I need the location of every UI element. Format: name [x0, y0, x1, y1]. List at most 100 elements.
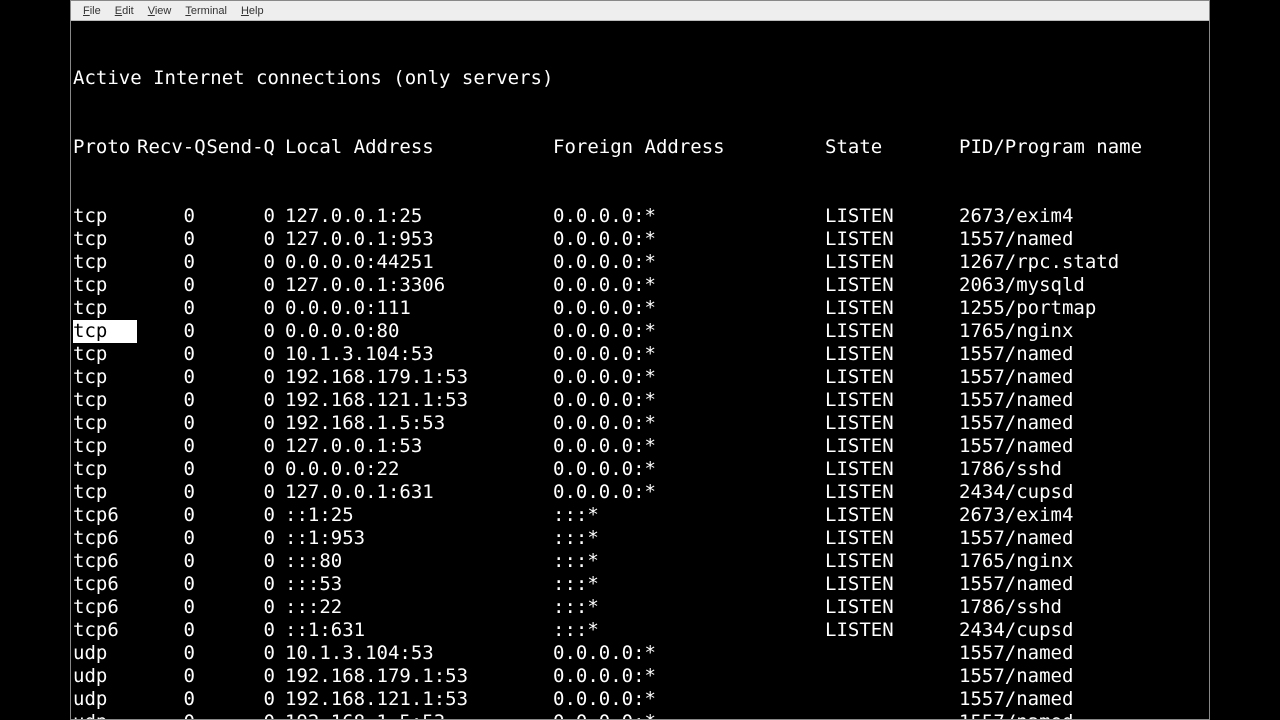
cell-state [825, 642, 959, 665]
cell-state: LISTEN [825, 297, 959, 320]
cell-recvq: 0 [137, 481, 205, 504]
cell-foreign: 0.0.0.0:* [553, 343, 825, 366]
cell-sendq: 0 [205, 711, 285, 719]
menu-view[interactable]: View [142, 3, 178, 19]
cell-proto: tcp [73, 205, 137, 228]
cell-state: LISTEN [825, 458, 959, 481]
cell-recvq: 0 [137, 251, 205, 274]
cell-foreign: :::* [553, 573, 825, 596]
table-row: tcp0010.1.3.104:530.0.0.0:*LISTEN1557/na… [73, 343, 1207, 366]
menu-file[interactable]: File [77, 3, 107, 19]
table-row: tcp00127.0.0.1:250.0.0.0:*LISTEN2673/exi… [73, 205, 1207, 228]
cell-sendq: 0 [205, 573, 285, 596]
cell-recvq: 0 [137, 573, 205, 596]
cell-pid: 1557/named [959, 688, 1207, 711]
cell-pid: 1267/rpc.statd [959, 251, 1207, 274]
cell-local: 192.168.1.5:53 [285, 412, 553, 435]
col-foreign: Foreign Address [553, 136, 825, 159]
cell-proto: tcp [73, 297, 137, 320]
cell-recvq: 0 [137, 228, 205, 251]
cell-proto: tcp [73, 251, 137, 274]
cell-state: LISTEN [825, 435, 959, 458]
cell-recvq: 0 [137, 412, 205, 435]
table-row: udp00192.168.121.1:530.0.0.0:*1557/named [73, 688, 1207, 711]
cell-state: LISTEN [825, 205, 959, 228]
left-black-margin [0, 0, 70, 720]
menubar: FileEditViewTerminalHelp [71, 1, 1209, 21]
cell-recvq: 0 [137, 297, 205, 320]
cell-foreign: 0.0.0.0:* [553, 688, 825, 711]
cell-foreign: :::* [553, 619, 825, 642]
cell-pid: 2434/cupsd [959, 481, 1207, 504]
table-row: tcp600:::53:::*LISTEN1557/named [73, 573, 1207, 596]
cell-local: 127.0.0.1:53 [285, 435, 553, 458]
cell-proto: tcp [73, 274, 137, 297]
cell-sendq: 0 [205, 642, 285, 665]
cell-foreign: 0.0.0.0:* [553, 389, 825, 412]
cell-pid: 1557/named [959, 665, 1207, 688]
table-row: tcp000.0.0.0:1110.0.0.0:*LISTEN1255/port… [73, 297, 1207, 320]
cell-sendq: 0 [205, 619, 285, 642]
cell-local: 0.0.0.0:22 [285, 458, 553, 481]
cell-state: LISTEN [825, 527, 959, 550]
table-row: tcp600::1:25:::*LISTEN2673/exim4 [73, 504, 1207, 527]
menu-help[interactable]: Help [235, 3, 270, 19]
cell-local: 0.0.0.0:80 [285, 320, 553, 343]
cell-proto: tcp [73, 481, 137, 504]
cell-state: LISTEN [825, 573, 959, 596]
cell-state: LISTEN [825, 228, 959, 251]
cell-local: 0.0.0.0:111 [285, 297, 553, 320]
cell-foreign: 0.0.0.0:* [553, 274, 825, 297]
table-row: tcp00192.168.121.1:530.0.0.0:*LISTEN1557… [73, 389, 1207, 412]
cell-foreign: 0.0.0.0:* [553, 711, 825, 719]
menu-edit[interactable]: Edit [109, 3, 140, 19]
cell-foreign: :::* [553, 527, 825, 550]
cell-sendq: 0 [205, 665, 285, 688]
cell-local: :::80 [285, 550, 553, 573]
cell-pid: 1557/named [959, 527, 1207, 550]
menu-terminal[interactable]: Terminal [179, 3, 233, 19]
cell-local: ::1:953 [285, 527, 553, 550]
cell-pid: 1255/portmap [959, 297, 1207, 320]
cell-state [825, 711, 959, 719]
cell-recvq: 0 [137, 619, 205, 642]
cell-pid: 2063/mysqld [959, 274, 1207, 297]
cell-state: LISTEN [825, 596, 959, 619]
cell-recvq: 0 [137, 205, 205, 228]
terminal-output[interactable]: Active Internet connections (only server… [71, 21, 1209, 719]
cell-local: 10.1.3.104:53 [285, 343, 553, 366]
cell-sendq: 0 [205, 527, 285, 550]
cell-local: ::1:25 [285, 504, 553, 527]
cell-pid: 1557/named [959, 573, 1207, 596]
cell-proto: udp [73, 711, 137, 719]
right-black-margin [1210, 0, 1280, 720]
cell-pid: 2673/exim4 [959, 205, 1207, 228]
cell-local: 192.168.121.1:53 [285, 389, 553, 412]
column-headers: ProtoRecv-QSend-QLocal AddressForeign Ad… [73, 136, 1207, 159]
cell-foreign: 0.0.0.0:* [553, 228, 825, 251]
cell-local: 0.0.0.0:44251 [285, 251, 553, 274]
cell-state: LISTEN [825, 619, 959, 642]
cell-state: LISTEN [825, 343, 959, 366]
cell-local: 127.0.0.1:953 [285, 228, 553, 251]
table-row: udp0010.1.3.104:530.0.0.0:*1557/named [73, 642, 1207, 665]
cell-sendq: 0 [205, 412, 285, 435]
cell-local: 127.0.0.1:631 [285, 481, 553, 504]
cell-pid: 1557/named [959, 343, 1207, 366]
cell-pid: 1786/sshd [959, 458, 1207, 481]
cell-state [825, 688, 959, 711]
cell-recvq: 0 [137, 274, 205, 297]
col-sendq: Send-Q [205, 136, 285, 159]
cell-sendq: 0 [205, 366, 285, 389]
cell-recvq: 0 [137, 320, 205, 343]
cell-recvq: 0 [137, 504, 205, 527]
cell-pid: 1557/named [959, 642, 1207, 665]
cell-proto: tcp6 [73, 596, 137, 619]
cell-recvq: 0 [137, 527, 205, 550]
cell-pid: 1557/named [959, 228, 1207, 251]
cell-proto: tcp [73, 366, 137, 389]
cell-pid: 2434/cupsd [959, 619, 1207, 642]
cell-recvq: 0 [137, 711, 205, 719]
cell-sendq: 0 [205, 688, 285, 711]
cell-proto: tcp6 [73, 619, 137, 642]
